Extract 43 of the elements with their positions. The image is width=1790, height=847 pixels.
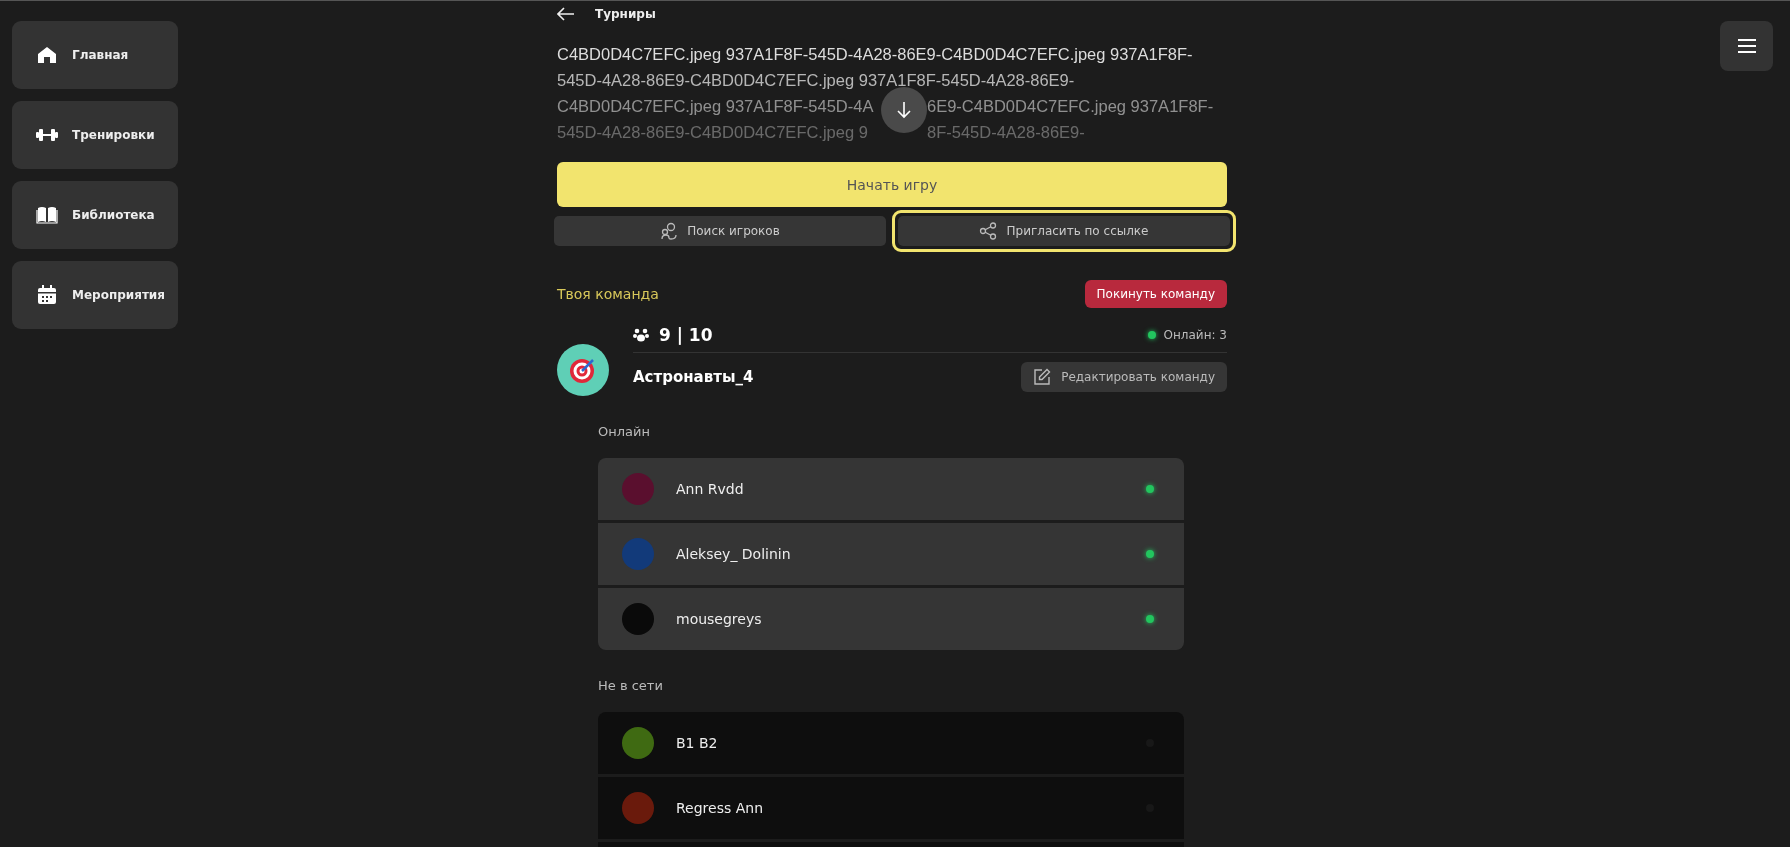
edit-team-button[interactable]: Редактировать команду [1021,362,1227,392]
online-count: Онлайн: 3 [1163,328,1227,342]
menu-icon [1736,38,1757,54]
home-icon [37,46,57,64]
section-title: Твоя команда [557,286,659,302]
dumbbell-icon [36,128,58,142]
people-icon [660,222,679,240]
nav-item[interactable]: Тренировки [12,101,178,169]
nav-item[interactable]: Мероприятия [12,261,178,329]
menu-button[interactable] [1720,21,1773,71]
members-icon [633,328,649,342]
book-icon [36,206,58,224]
edit-icon [1033,368,1052,386]
member-row[interactable]: Regress Ann [598,777,1184,839]
nav-item[interactable]: Главная [12,21,178,89]
back-arrow-icon [557,7,575,21]
calendar-icon [37,285,57,305]
member-row[interactable]: Aleksey_ Dolinin [598,523,1184,585]
member-count: 9 | 10 [659,325,713,345]
description-line: 6E9-C4BD0D4C7EFC.jpeg 937A1F8F- [927,96,1214,116]
scroll-down-button[interactable] [881,87,927,133]
member-row[interactable]: mousegreys [598,588,1184,650]
member-row[interactable]: Ann Rvdd [598,458,1184,520]
description-line: C4BD0D4C7EFC.jpeg 937A1F8F-545D-4A [557,96,874,116]
description-line: C4BD0D4C7EFC.jpeg 937A1F8F-545D-4A28-86E9-C4BD0D4C7EFC.jpeg 937A1F8F- [557,44,1193,64]
share-icon [979,222,998,240]
member-row[interactable]: B1 B2 [598,712,1184,774]
down-arrow-icon [896,101,912,119]
back-link[interactable]: Турниры [557,1,656,27]
group-title: Не в сети [598,678,664,695]
status-dot [1147,331,1156,339]
nav-item[interactable]: Библиотека [12,181,178,249]
description-line: 8F-545D-4A28-86E9- [927,122,1085,142]
description-line: 545D-4A28-86E9-C4BD0D4C7EFC.jpeg 937A1F8F-545D-4A28-86E9- [557,70,1075,90]
status-dot [1146,615,1154,623]
status-dot [1146,550,1154,558]
group-title: Онлайн [598,424,651,441]
invite-link-button[interactable]: Пригласить по ссылке [892,210,1236,252]
start-game-button[interactable]: Начать игру [557,162,1227,207]
team-name: Астронавты_4 [633,368,754,386]
leave-team-button[interactable]: Покинуть команду [1084,280,1227,308]
status-dot [1146,485,1154,493]
description-line: 545D-4A28-86E9-C4BD0D4C7EFC.jpeg 9 [557,122,868,142]
